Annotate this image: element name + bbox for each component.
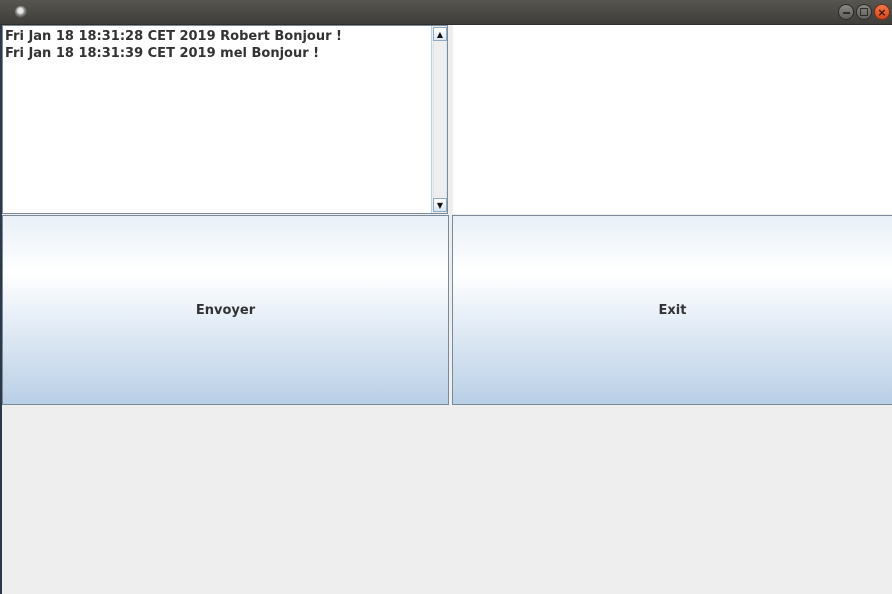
scroll-up-arrow-icon[interactable]: ▲ [433,27,447,41]
send-button[interactable]: Envoyer [2,215,449,405]
close-icon: × [877,5,887,19]
maximize-button[interactable] [856,4,872,20]
minimize-button[interactable] [838,4,854,20]
app-window: × Fri Jan 18 18:31:28 CET 2019 Robert Bo… [0,0,892,594]
maximize-icon [860,8,868,16]
scroll-down-arrow-icon[interactable]: ▼ [433,198,447,212]
vertical-scrollbar[interactable]: ▲ ▼ [431,26,447,213]
chat-messages: Fri Jan 18 18:31:28 CET 2019 Robert Bonj… [5,28,429,62]
close-button[interactable]: × [874,4,890,20]
exit-button[interactable]: Exit [452,215,892,405]
input-text-area[interactable] [453,25,892,214]
minimize-icon [842,11,850,14]
scroll-track[interactable] [433,42,447,197]
title-bar[interactable]: × [0,0,892,25]
app-icon [15,6,27,18]
chat-message: Fri Jan 18 18:31:28 CET 2019 Robert Bonj… [5,29,342,44]
chat-message: Fri Jan 18 18:31:39 CET 2019 mel Bonjour… [5,46,320,61]
chat-text-area[interactable]: Fri Jan 18 18:31:28 CET 2019 Robert Bonj… [2,25,448,214]
